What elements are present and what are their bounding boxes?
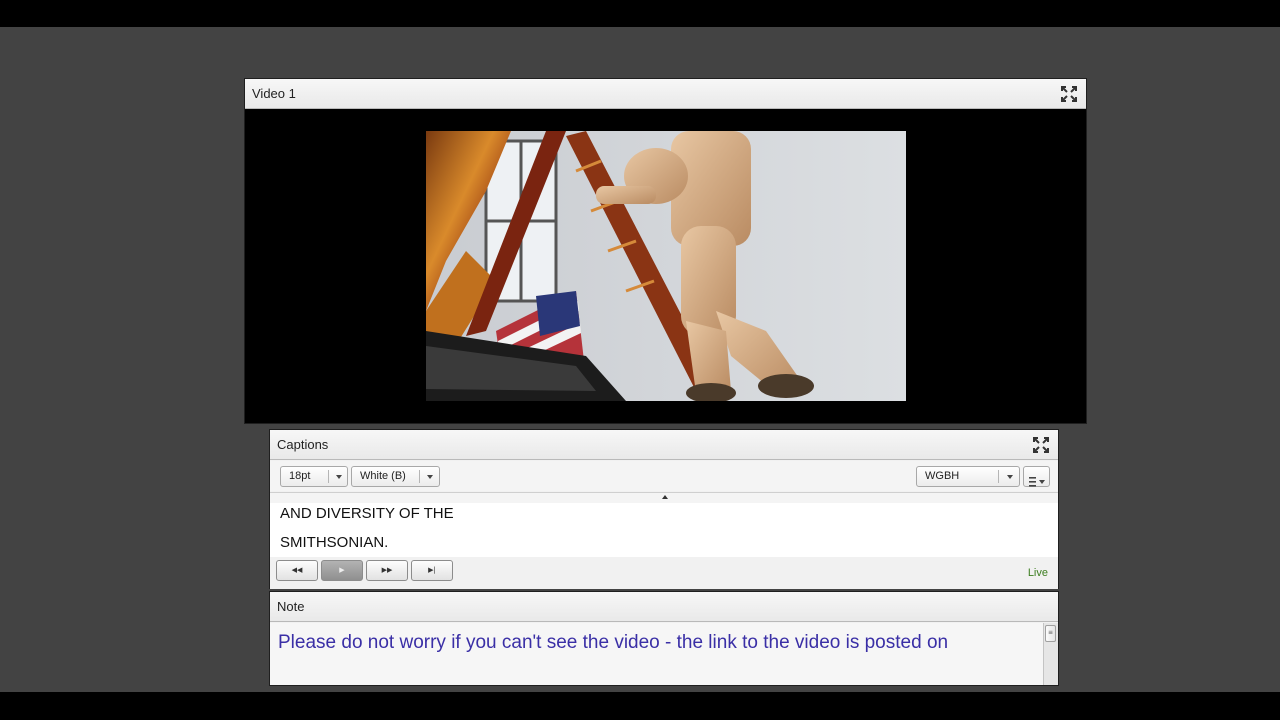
- top-bar: [0, 0, 1280, 27]
- dropdown-separator: [998, 470, 999, 483]
- video-pod-header: Video 1: [245, 79, 1086, 109]
- dropdown-separator: [419, 470, 420, 483]
- captions-pod: Captions 18pt White (B) WGBH AND DIVERSI…: [269, 429, 1059, 589]
- font-size-dropdown[interactable]: 18pt: [280, 466, 348, 487]
- play-button[interactable]: ▶: [321, 560, 363, 581]
- video-pod-title: Video 1: [252, 86, 296, 101]
- fullscreen-icon[interactable]: [1060, 85, 1078, 103]
- caption-provider-value: WGBH: [925, 470, 960, 482]
- video-frame-image: [426, 131, 906, 401]
- chevron-down-icon: [336, 475, 342, 479]
- font-size-value: 18pt: [289, 470, 311, 482]
- skip-to-end-icon: ▶|: [428, 566, 436, 574]
- note-pod: Note Please do not worry if you can't se…: [269, 591, 1059, 686]
- scroll-thumb[interactable]: ≡: [1045, 625, 1056, 642]
- note-pod-header: Note: [270, 592, 1058, 622]
- fast-forward-button[interactable]: ▶▶: [366, 560, 408, 581]
- note-body: Please do not worry if you can't see the…: [270, 623, 1058, 685]
- caption-line: AND DIVERSITY OF THE: [280, 505, 454, 522]
- caption-text-area: AND DIVERSITY OF THE SMITHSONIAN.: [270, 503, 1058, 557]
- caption-line: SMITHSONIAN.: [280, 534, 389, 551]
- caption-resize-handle[interactable]: [270, 492, 1058, 503]
- captions-pod-title: Captions: [277, 437, 329, 452]
- note-scrollbar[interactable]: ≡: [1043, 623, 1058, 685]
- play-icon: ▶: [339, 566, 345, 574]
- captions-toolbar: 18pt White (B) WGBH: [270, 461, 1058, 491]
- caption-playback-controls: ◀◀ ▶ ▶▶ ▶| Live: [270, 557, 1058, 589]
- caption-color-value: White (B): [360, 470, 406, 482]
- list-menu-icon: [1029, 472, 1045, 491]
- caption-provider-dropdown[interactable]: WGBH: [916, 466, 1020, 487]
- rewind-icon: ◀◀: [291, 566, 303, 574]
- note-pod-title: Note: [277, 599, 305, 614]
- rewind-button[interactable]: ◀◀: [276, 560, 318, 581]
- caption-options-menu[interactable]: [1023, 466, 1050, 487]
- chevron-down-icon: [1007, 475, 1013, 479]
- fullscreen-icon[interactable]: [1032, 436, 1050, 454]
- bottom-bar: [0, 692, 1280, 720]
- fast-forward-icon: ▶▶: [381, 566, 393, 574]
- captions-pod-header: Captions: [270, 430, 1058, 460]
- note-text: Please do not worry if you can't see the…: [278, 632, 949, 653]
- video-player[interactable]: [426, 131, 906, 401]
- chevron-down-icon: [427, 475, 433, 479]
- dropdown-separator: [328, 470, 329, 483]
- video-pod: Video 1: [244, 78, 1087, 424]
- caption-color-dropdown[interactable]: White (B): [351, 466, 440, 487]
- chevron-up-icon: [662, 495, 668, 499]
- skip-to-end-button[interactable]: ▶|: [411, 560, 453, 581]
- live-status: Live: [1027, 567, 1048, 579]
